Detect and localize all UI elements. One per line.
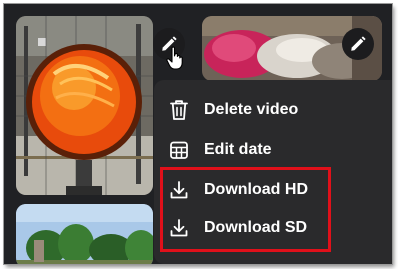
- menu-item-label: Edit date: [204, 141, 272, 158]
- menu-item-delete-video[interactable]: Delete video: [154, 91, 392, 129]
- hand-cursor-icon: [166, 46, 183, 70]
- menu-item-edit-date[interactable]: Edit date: [154, 131, 392, 169]
- menu-item-label: Download SD: [204, 219, 308, 236]
- context-menu: Delete video Edit date Download HD Downl…: [154, 80, 392, 264]
- download-icon: [168, 179, 190, 201]
- video-thumbnail-trees[interactable]: [16, 204, 153, 264]
- menu-item-label: Download HD: [204, 181, 308, 198]
- menu-item-download-hd[interactable]: Download HD: [154, 171, 392, 209]
- pencil-icon: [351, 36, 366, 51]
- menu-item-label: Delete video: [204, 101, 299, 118]
- media-grid-window: Delete video Edit date Download HD Downl…: [4, 4, 392, 264]
- trash-icon: [168, 99, 190, 121]
- menu-item-download-sd[interactable]: Download SD: [154, 209, 392, 247]
- download-icon: [168, 217, 190, 239]
- edit-button[interactable]: [342, 28, 374, 60]
- video-thumbnail-lamp[interactable]: [16, 16, 153, 195]
- calendar-icon: [168, 139, 190, 161]
